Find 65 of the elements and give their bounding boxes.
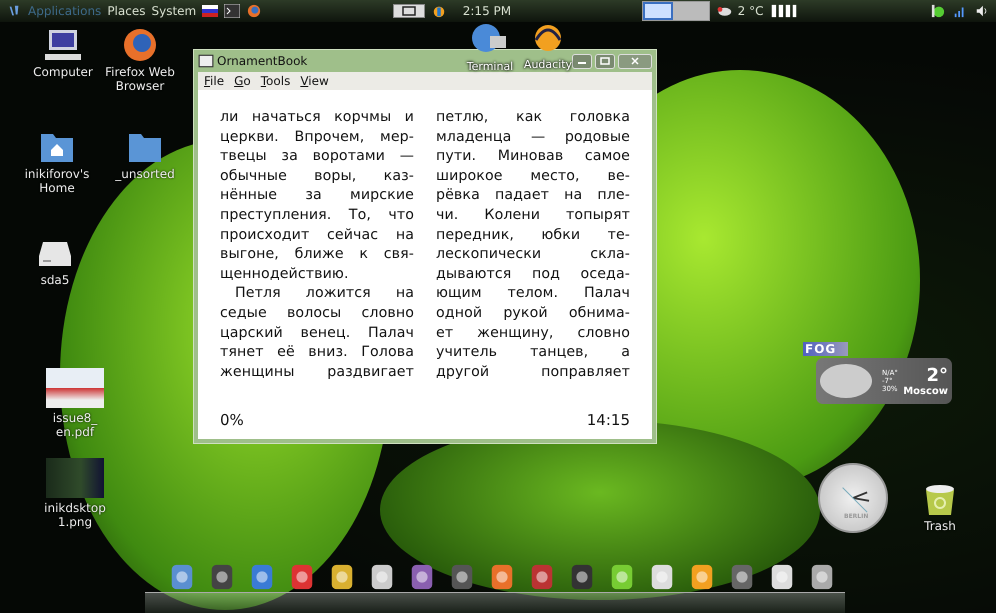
text-line: преступления. То, что [220, 206, 414, 225]
text-line: нённые за мирские [220, 186, 414, 206]
text-line: ющим телом. Палач [436, 284, 630, 304]
text-line: щеннодействию. [220, 264, 350, 284]
text-line: ет женщину, словно [436, 324, 630, 343]
text-line: лескопически скла- [436, 245, 630, 264]
document-thumbnail[interactable] [46, 368, 104, 408]
maximize-icon [600, 57, 610, 65]
desktop-icon-label[interactable]: Firefox Web Browser [105, 65, 175, 93]
text-line: седые волосы словно [220, 304, 414, 323]
menu-item[interactable]: View [300, 74, 329, 88]
text-line: происходит сейчас на [220, 226, 414, 245]
text-line: петлю, как головка [436, 108, 630, 127]
menu-item[interactable]: Tools [260, 74, 290, 88]
text-line: одной рукой обнима- [436, 304, 630, 323]
text-line: передник, юбки те- [436, 226, 630, 245]
text-line: ли начаться корчмы и [220, 108, 414, 127]
weather-condition-label: FOG [803, 342, 848, 356]
window-task-button[interactable] [392, 4, 425, 18]
text-line: обычные воры, каз- [220, 166, 414, 186]
globe-icon[interactable] [246, 4, 262, 18]
text-line: учитель танцев, а [436, 343, 630, 362]
menu-item[interactable]: File [204, 74, 224, 88]
text-line: выгоне, ближе к свя- [220, 245, 414, 264]
close-icon [630, 57, 640, 65]
panel-menu[interactable]: Places [107, 4, 146, 18]
cloud-icon [716, 4, 732, 18]
city-name: Moscow [903, 386, 948, 396]
panel-clock[interactable]: 2:15 PM [462, 4, 512, 18]
cloud-icon [820, 364, 872, 398]
text-line: чи. Колени топырят [436, 206, 630, 225]
percent-read-text: 0% [220, 411, 244, 429]
screenshot-thumbnail[interactable] [46, 458, 104, 498]
text-line: царский венец. Палач [220, 324, 414, 343]
desktop-icon-label[interactable]: inikiforov's Home [22, 167, 92, 195]
text-line: другой поправляет [436, 362, 630, 382]
desktop-icon-label[interactable]: Computer [33, 65, 93, 79]
desktop-icon-label[interactable]: inikdsktop 1.png [40, 501, 110, 529]
flag-icon[interactable] [202, 4, 218, 18]
text-line: тянет её вниз. Голова [220, 343, 414, 362]
text-line: женщины раздвигает [220, 362, 414, 382]
temperature-reading: 2° [926, 366, 948, 386]
panel-menu[interactable]: System [151, 4, 196, 18]
menu-item[interactable]: Go [234, 74, 251, 88]
network-icon[interactable] [930, 4, 946, 18]
text-line: пути. Миновав самое [436, 147, 630, 166]
workspace-switcher[interactable] [642, 1, 710, 21]
minimize-button[interactable] [572, 54, 592, 68]
text-line: широкое место, ве- [436, 166, 630, 186]
text-line: рёвка падает на пле- [436, 186, 630, 206]
text-line: Петля ложится на [234, 284, 414, 304]
panel-temperature[interactable]: 2 °C [738, 4, 764, 18]
text-line: младенца — родовые [436, 128, 630, 147]
page-clock: 14:15 [586, 411, 630, 429]
desktop-icon-label[interactable]: Trash [924, 519, 956, 533]
desktop-icon-label[interactable]: sda5 [40, 273, 70, 287]
meter-bars-icon [769, 4, 800, 18]
window-icon [198, 54, 214, 68]
window-title: OrnamentBook [217, 54, 308, 68]
maximize-button[interactable] [595, 54, 615, 68]
text-line: твецы за воротами — [220, 147, 414, 166]
text-line: дываются под оседа- [436, 264, 630, 284]
window-icon [402, 6, 416, 16]
text-line: церкви. Впрочем, мер- [220, 128, 414, 147]
close-button[interactable] [618, 54, 652, 68]
